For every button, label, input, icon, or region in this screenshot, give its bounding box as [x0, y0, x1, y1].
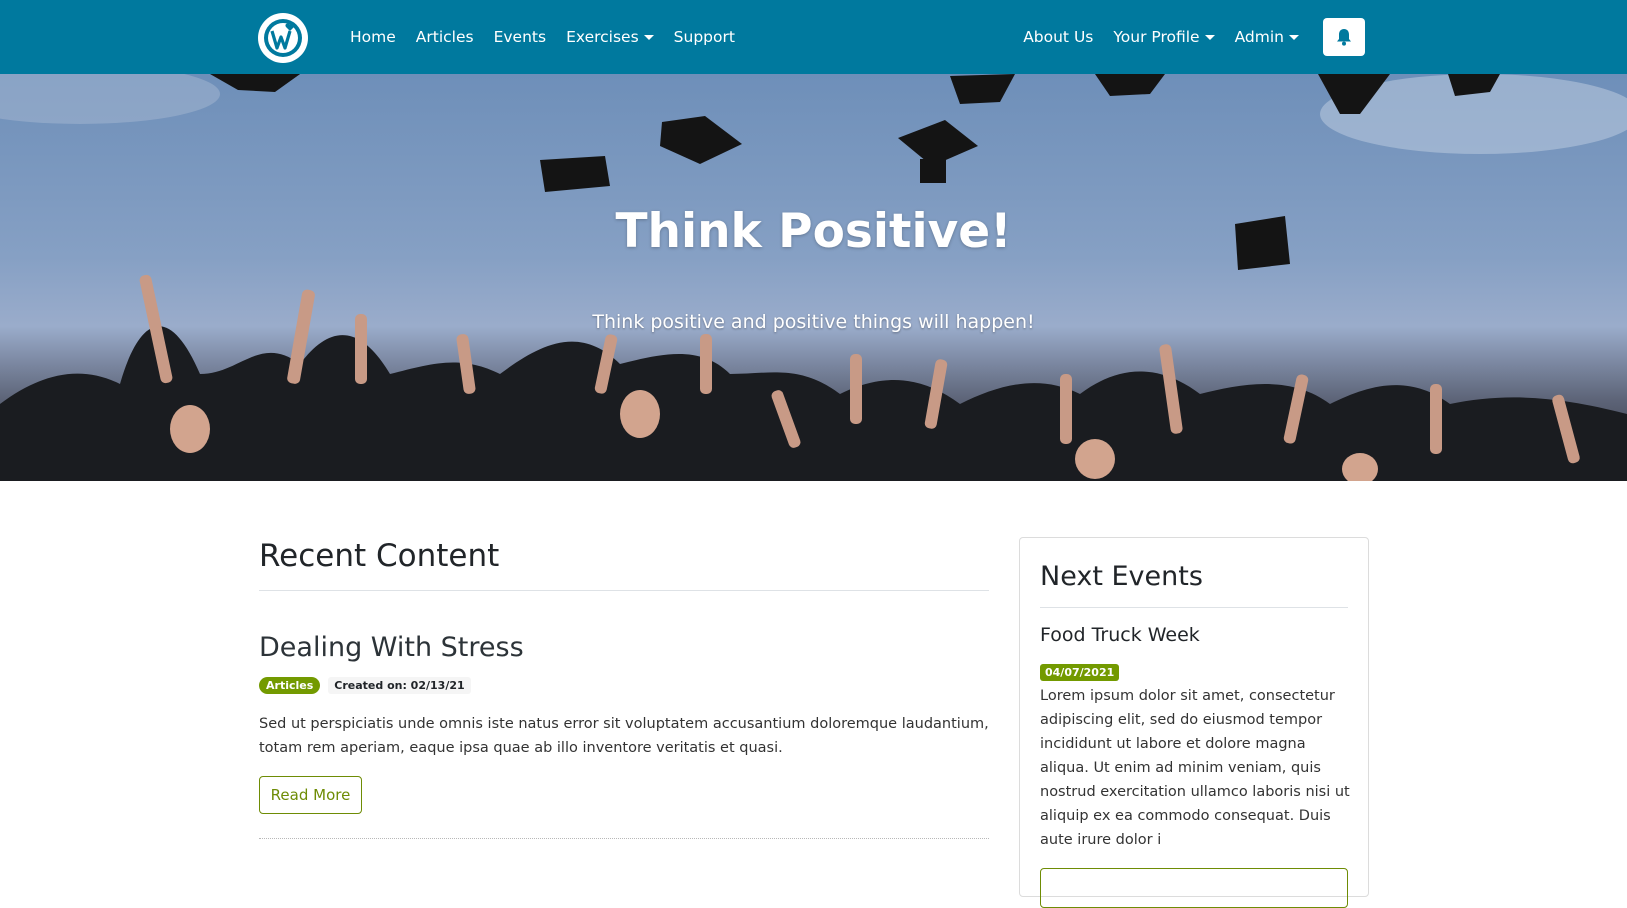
caret-down-icon — [643, 34, 654, 40]
next-events-heading: Next Events — [1040, 561, 1203, 592]
created-date: Created on: 02/13/21 — [328, 677, 471, 694]
nav-admin-dropdown[interactable]: Admin — [1225, 28, 1309, 46]
nav-home[interactable]: Home — [340, 28, 406, 46]
hero-subtitle: Think positive and positive things will … — [592, 311, 1035, 333]
nav-about-us[interactable]: About Us — [1013, 28, 1103, 46]
divider — [259, 590, 989, 591]
bell-icon — [1337, 29, 1351, 46]
post-divider — [259, 838, 989, 839]
nav-support[interactable]: Support — [664, 28, 745, 46]
nav-exercises-dropdown[interactable]: Exercises — [556, 28, 664, 46]
nav-articles-label: Articles — [415, 28, 474, 46]
nav-home-label: Home — [350, 28, 396, 46]
nav-articles[interactable]: Articles — [406, 28, 484, 46]
post-excerpt: Sed ut perspiciatis unde omnis iste natu… — [259, 716, 989, 756]
post-title[interactable]: Dealing With Stress — [259, 632, 524, 663]
hero-banner: Think Positive! Think positive and posit… — [0, 74, 1627, 481]
nav-support-label: Support — [673, 28, 735, 46]
wordpress-logo[interactable] — [258, 13, 308, 63]
nav-events[interactable]: Events — [484, 28, 556, 46]
divider — [1040, 607, 1348, 608]
recent-content-heading: Recent Content — [259, 538, 500, 574]
wordpress-logo-icon — [264, 19, 302, 57]
caret-down-icon — [1289, 34, 1299, 40]
nav-events-label: Events — [493, 28, 547, 46]
category-badge[interactable]: Articles — [259, 677, 321, 694]
event-description: Lorem ipsum dolor sit amet, consectetur … — [1040, 688, 1350, 848]
graduation-photo — [0, 74, 1627, 481]
nav-your-profile-dropdown[interactable]: Your Profile — [1103, 28, 1224, 46]
nav-exercises-label: Exercises — [566, 28, 639, 46]
nav-left: Home Articles Events Exercises Support — [340, 0, 745, 74]
event-button[interactable] — [1040, 868, 1348, 908]
nav-right: About Us Your Profile Admin — [1013, 0, 1365, 74]
notifications-button[interactable] — [1323, 18, 1365, 56]
nav-your-profile-label: Your Profile — [1113, 28, 1200, 46]
event-date-badge: 04/07/2021 — [1040, 664, 1120, 681]
post-meta: Articles Created on: 02/13/21 — [259, 677, 471, 694]
read-more-button[interactable]: Read More — [259, 776, 362, 814]
nav-about-us-label: About Us — [1023, 28, 1094, 46]
event-title[interactable]: Food Truck Week — [1040, 624, 1200, 646]
next-events-card: Next Events Food Truck Week 04/07/2021 L… — [1019, 537, 1369, 908]
top-navbar: Home Articles Events Exercises Support A… — [0, 0, 1627, 74]
hero-title: Think Positive! — [615, 204, 1012, 259]
nav-admin-label: Admin — [1234, 28, 1284, 46]
caret-down-icon — [1204, 34, 1215, 40]
